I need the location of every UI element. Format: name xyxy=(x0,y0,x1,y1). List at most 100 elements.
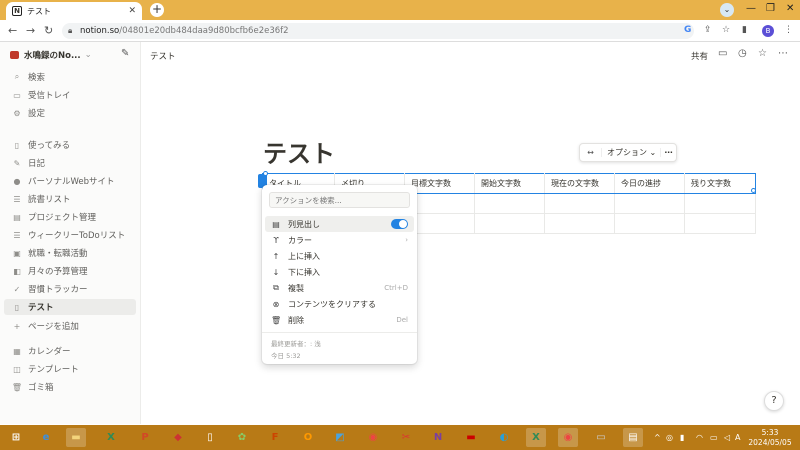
table-cell[interactable] xyxy=(684,213,756,234)
wifi-icon[interactable]: ◠ xyxy=(696,433,703,442)
sidebar-item-project-management[interactable]: ▤ プロジェクト管理 xyxy=(4,209,136,225)
tray-app-icon[interactable]: ◎ xyxy=(666,433,673,442)
more-icon[interactable]: ⋯ xyxy=(660,148,676,157)
close-window-icon[interactable]: ✕ xyxy=(786,3,794,14)
table-cell[interactable] xyxy=(614,193,685,214)
share-page-icon[interactable]: ⇪ xyxy=(704,25,712,35)
menu-item-header-row[interactable]: ▤ 列見出し xyxy=(265,216,414,232)
app-icon[interactable]: ◩ xyxy=(330,428,350,447)
table-header-cell[interactable]: 今日の進捗 xyxy=(614,173,685,194)
maximize-icon[interactable]: ❐ xyxy=(766,3,775,14)
chrome-icon[interactable]: ◉ xyxy=(363,428,383,447)
tab-close-icon[interactable]: ✕ xyxy=(128,6,136,16)
sidebar-item-calendar[interactable]: ▦ カレンダー xyxy=(4,343,136,359)
app-icon[interactable]: F xyxy=(265,428,285,447)
table-header-cell[interactable]: 残り文字数 xyxy=(684,173,756,194)
table-cell[interactable] xyxy=(544,193,615,214)
help-button[interactable]: ? xyxy=(764,391,784,411)
clock-icon[interactable]: ◷ xyxy=(738,48,747,59)
workspace-switcher[interactable]: 水鳴録のNo... ⌄ xyxy=(10,49,92,61)
reload-icon[interactable]: ↻ xyxy=(44,24,53,37)
forward-icon[interactable]: → xyxy=(26,24,35,37)
sidebar-item-trash[interactable]: 🗑︎ ゴミ箱 xyxy=(4,379,136,395)
sidebar-item-getting-started[interactable]: ▯ 使ってみる xyxy=(4,137,136,153)
battery-icon[interactable]: ▭ xyxy=(710,433,718,442)
options-button[interactable]: オプション ⌄ xyxy=(602,147,660,158)
table-cell[interactable] xyxy=(614,213,685,234)
sidebar-item-personal-website[interactable]: ● パーソナルWebサイト xyxy=(4,173,136,189)
volume-icon[interactable]: ◁ xyxy=(724,433,730,442)
table-cell[interactable] xyxy=(474,193,545,214)
bookmark-star-icon[interactable]: ☆ xyxy=(722,25,730,35)
app-icon[interactable]: ▬ xyxy=(461,428,481,447)
network-icon[interactable]: ▮ xyxy=(680,433,684,442)
ime-icon[interactable]: A xyxy=(735,433,740,442)
sidebar-add-page[interactable]: + ページを追加 xyxy=(4,318,136,334)
chrome-window-icon[interactable]: ◉ xyxy=(558,428,578,447)
menu-item-insert-below[interactable]: ↓ 下に挿入 xyxy=(265,264,414,280)
sidebar-item-search[interactable]: ⌕ 検索 xyxy=(4,69,136,85)
new-tab-button[interactable]: + xyxy=(150,3,164,17)
table-cell[interactable] xyxy=(544,213,615,234)
sidebar-item-monthly-budget[interactable]: ◧ 月々の予算管理 xyxy=(4,263,136,279)
sidebar-item-weekly-todo[interactable]: ☰ ウィークリーToDoリスト xyxy=(4,227,136,243)
selection-resize-handle[interactable] xyxy=(263,171,268,176)
sidebar-item-reading-list[interactable]: ☰ 読書リスト xyxy=(4,191,136,207)
file-explorer-icon[interactable]: ▬ xyxy=(66,428,86,447)
tray-expand-icon[interactable]: ^ xyxy=(654,433,661,442)
sidebar-item-job-hunting[interactable]: ▣ 就職・転職活動 xyxy=(4,245,136,261)
outlook-icon[interactable]: O xyxy=(298,428,318,447)
selection-resize-handle[interactable] xyxy=(751,188,756,193)
app-icon[interactable]: ✿ xyxy=(232,428,252,447)
app-icon[interactable]: ◆ xyxy=(168,428,188,447)
tab-search-icon[interactable]: ⌄ xyxy=(720,3,734,17)
excel-icon[interactable]: X xyxy=(101,428,121,447)
app-icon[interactable]: ▭ xyxy=(591,428,611,447)
table-cell[interactable] xyxy=(474,213,545,234)
page-title[interactable]: テスト xyxy=(263,134,335,169)
side-panel-icon[interactable]: ▮ xyxy=(742,25,747,35)
sidebar-item-inbox[interactable]: ▭ 受信トレイ xyxy=(4,87,136,103)
sidebar-item-habit-tracker[interactable]: ✓ 習慣トラッカー xyxy=(4,281,136,297)
table-header-cell[interactable]: 開始文字数 xyxy=(474,173,545,194)
project-icon: ▤ xyxy=(13,212,21,222)
menu-item-insert-above[interactable]: ↑ 上に挿入 xyxy=(265,248,414,264)
sidebar-item-diary[interactable]: ✎ 日記 xyxy=(4,155,136,171)
share-button[interactable]: 共有 xyxy=(691,50,708,62)
action-search-input[interactable] xyxy=(269,192,410,208)
comments-icon[interactable]: ▭ xyxy=(718,48,727,59)
google-translate-icon[interactable]: G xyxy=(684,25,691,35)
table-header-cell[interactable]: 現在の文字数 xyxy=(544,173,615,194)
minimize-icon[interactable]: — xyxy=(746,3,756,14)
app-icon[interactable]: ✂ xyxy=(396,428,416,447)
profile-avatar[interactable]: B xyxy=(762,25,774,37)
header-row-toggle[interactable] xyxy=(391,219,408,229)
menu-item-color[interactable]: ϒ カラー › xyxy=(265,232,414,248)
internet-explorer-icon[interactable]: e xyxy=(36,428,56,447)
trash-icon: 🗑︎ xyxy=(271,315,282,325)
address-bar[interactable]: 🔒︎ notion.so/04801e20db484daa9d80bcfb6e2… xyxy=(62,23,694,39)
chrome-menu-icon[interactable]: ⋮ xyxy=(784,25,793,35)
full-width-icon[interactable]: ↔ xyxy=(580,148,602,157)
sidebar-item-settings[interactable]: ⚙ 設定 xyxy=(4,105,136,121)
menu-item-duplicate[interactable]: ⧉ 複製 Ctrl+D xyxy=(265,280,414,296)
windows-start-icon[interactable]: ⊞ xyxy=(6,428,26,447)
powerpoint-icon[interactable]: P xyxy=(135,428,155,447)
excel-window-icon[interactable]: X xyxy=(526,428,546,447)
breadcrumb[interactable]: テスト xyxy=(150,50,176,62)
new-page-icon[interactable]: ✎ xyxy=(121,48,129,59)
favorite-star-icon[interactable]: ☆ xyxy=(758,48,767,59)
notepad-icon[interactable]: ▤ xyxy=(623,428,643,447)
edge-icon[interactable]: ◐ xyxy=(494,428,514,447)
menu-item-clear-contents[interactable]: ⊗ コンテンツをクリアする xyxy=(265,296,414,312)
document-icon[interactable]: ▯ xyxy=(200,428,220,447)
taskbar-clock[interactable]: 5:33 2024/05/05 xyxy=(746,428,794,448)
back-icon[interactable]: ← xyxy=(8,24,17,37)
sidebar-item-test[interactable]: ▯ テスト xyxy=(4,299,136,315)
browser-tab[interactable]: N テスト ✕ xyxy=(6,2,142,20)
menu-item-delete[interactable]: 🗑︎ 削除 Del xyxy=(265,312,414,328)
more-icon[interactable]: ⋯ xyxy=(778,48,788,59)
onenote-icon[interactable]: N xyxy=(428,428,448,447)
sidebar-item-templates[interactable]: ◫ テンプレート xyxy=(4,361,136,377)
table-cell[interactable] xyxy=(684,193,756,214)
